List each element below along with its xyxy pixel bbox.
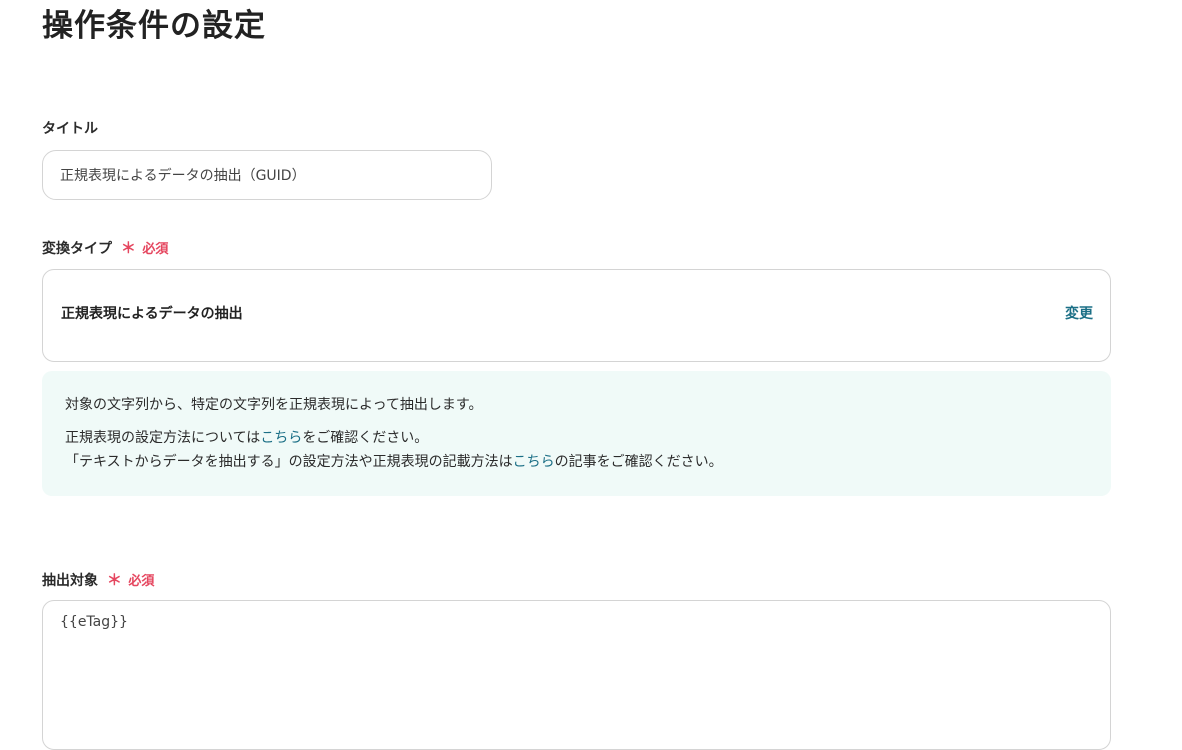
info-article-help: 「テキストからデータを抽出する」の設定方法や正規表現の記載方法はこちらの記事をご… [65,450,1088,474]
conversion-type-label-text: 変換タイプ [42,241,112,257]
extract-target-input[interactable]: {{eTag}} [42,600,1111,750]
extract-target-label: 抽出対象 ＊ 必須 [42,570,154,592]
title-input[interactable] [42,150,492,200]
required-asterisk: ＊ [106,571,122,589]
conversion-type-value: 正規表現によるデータの抽出 [61,306,243,322]
info-article-help-text: 「テキストからデータを抽出する」の設定方法や正規表現の記載方法は [65,454,513,470]
info-article-help-suffix: の記事をご確認ください。 [554,454,723,470]
info-box: 対象の文字列から、特定の文字列を正規表現によって抽出します。 正規表現の設定方法… [42,371,1111,496]
required-text: 必須 [142,242,169,257]
conversion-type-label: 変換タイプ ＊ 必須 [42,238,168,260]
article-link[interactable]: こちら [513,454,555,470]
required-text: 必須 [128,574,155,589]
conversion-type-selector: 正規表現によるデータの抽出 変更 [42,269,1111,362]
info-description: 対象の文字列から、特定の文字列を正規表現によって抽出します。 [65,397,483,413]
info-regex-help-suffix: をご確認ください。 [302,430,429,446]
info-regex-help-text: 正規表現の設定方法については [65,430,261,446]
change-type-link[interactable]: 変更 [1065,304,1093,324]
regex-help-link[interactable]: こちら [260,430,302,446]
required-badge: ＊ 必須 [120,239,169,257]
extract-target-label-text: 抽出対象 [42,573,98,589]
required-asterisk: ＊ [120,239,136,257]
page-title: 操作条件の設定 [42,8,266,44]
info-regex-help: 正規表現の設定方法についてはこちらをご確認ください。 [65,426,1088,450]
title-field-label: タイトル [42,121,98,137]
required-badge: ＊ 必須 [106,571,155,589]
